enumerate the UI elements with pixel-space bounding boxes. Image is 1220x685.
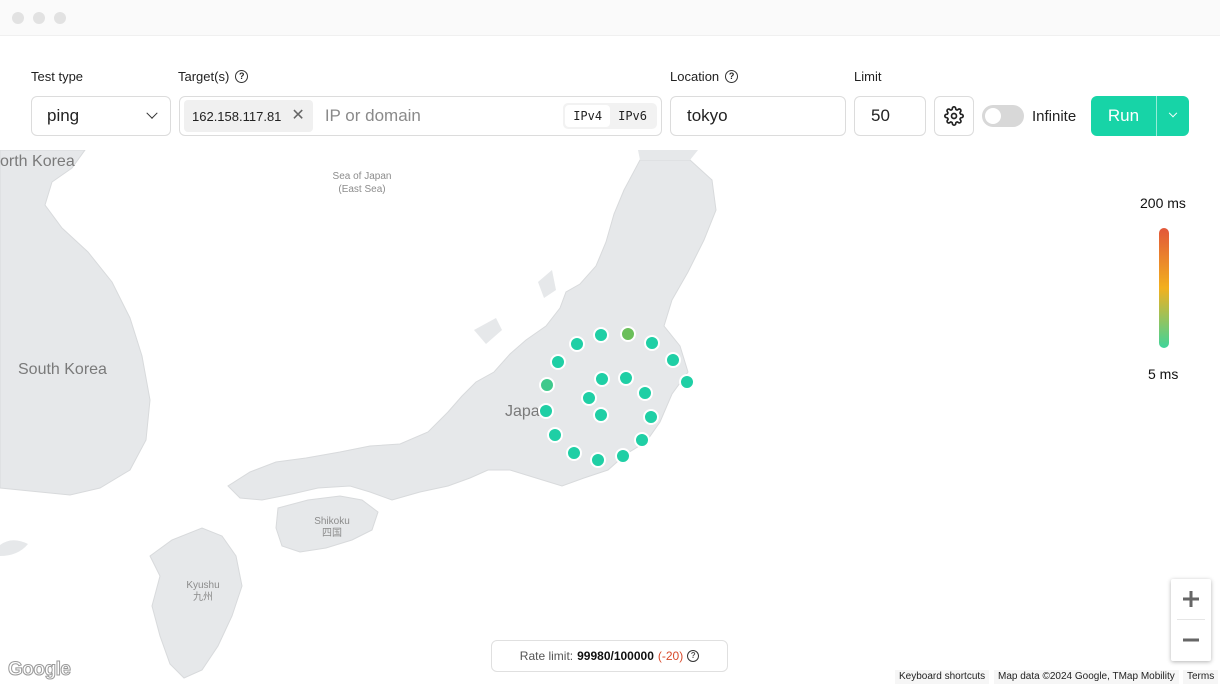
test-type-select[interactable]: ping xyxy=(31,96,171,136)
probe-marker[interactable] xyxy=(593,407,609,423)
map[interactable]: orth Korea South Korea Japa Sea of Japan… xyxy=(0,150,1220,685)
infinite-label: Infinite xyxy=(1032,108,1077,125)
rate-limit-help-icon[interactable]: ? xyxy=(687,650,700,662)
window-close-dot[interactable] xyxy=(12,12,24,24)
rate-limit-value: 99980/100000 xyxy=(577,649,654,663)
google-logo[interactable]: Google xyxy=(7,659,71,681)
chevron-down-icon xyxy=(146,107,158,119)
test-type-label: Test type xyxy=(31,69,84,84)
probe-marker[interactable] xyxy=(637,385,653,401)
probe-marker[interactable] xyxy=(550,354,566,370)
target-chip-label: 162.158.117.81 xyxy=(192,108,282,124)
location-input[interactable]: tokyo xyxy=(670,96,846,136)
terms-link[interactable]: Terms xyxy=(1183,670,1219,684)
map-data-attribution: Map data ©2024 Google, TMap Mobility xyxy=(994,670,1179,684)
probe-marker[interactable] xyxy=(593,327,609,343)
probe-marker[interactable] xyxy=(679,374,695,390)
chevron-down-icon xyxy=(1168,108,1178,118)
target-input[interactable] xyxy=(324,106,555,126)
probe-marker[interactable] xyxy=(581,390,597,406)
probe-marker[interactable] xyxy=(615,448,631,464)
probe-marker[interactable] xyxy=(538,403,554,419)
probe-marker[interactable] xyxy=(566,445,582,461)
window-minimize-dot[interactable] xyxy=(33,12,45,24)
run-button[interactable]: Run xyxy=(1091,96,1156,136)
location-value: tokyo xyxy=(687,106,728,125)
probe-marker[interactable] xyxy=(620,326,636,342)
location-label: Location ? xyxy=(670,69,739,84)
zoom-in-button[interactable] xyxy=(1171,579,1211,619)
zoom-controls xyxy=(1171,579,1211,661)
zoom-out-button[interactable] xyxy=(1171,620,1211,660)
plus-icon xyxy=(1183,591,1199,607)
run-button-group: Run xyxy=(1091,96,1189,136)
legend-max-label: 200 ms xyxy=(1140,195,1186,211)
limit-label: Limit xyxy=(854,69,882,84)
rate-limit-label: Rate limit: xyxy=(519,649,574,663)
limit-input[interactable]: 50 xyxy=(854,96,926,136)
ipv6-button[interactable]: IPv6 xyxy=(610,105,655,127)
infinite-toggle[interactable] xyxy=(982,105,1024,127)
probe-markers xyxy=(538,326,695,468)
test-type-value: ping xyxy=(47,106,80,125)
probe-marker[interactable] xyxy=(539,377,555,393)
probe-marker[interactable] xyxy=(594,371,610,387)
rate-limit-delta: (-20) xyxy=(657,649,684,663)
gear-icon xyxy=(944,106,964,126)
target-chip: 162.158.117.81 ✕ xyxy=(184,100,313,132)
window-titlebar xyxy=(0,0,1220,36)
probe-marker[interactable] xyxy=(634,432,650,448)
toggle-knob xyxy=(985,108,1001,124)
ipv4-button[interactable]: IPv4 xyxy=(565,105,611,127)
probe-marker[interactable] xyxy=(644,335,660,351)
probe-marker[interactable] xyxy=(665,352,681,368)
location-help-icon[interactable]: ? xyxy=(725,70,739,83)
targets-help-icon[interactable]: ? xyxy=(235,70,249,83)
probe-marker[interactable] xyxy=(618,370,634,386)
legend-min-label: 5 ms xyxy=(1148,366,1179,382)
keyboard-shortcuts-link[interactable]: Keyboard shortcuts xyxy=(895,670,990,684)
targets-field[interactable]: 162.158.117.81 ✕ IPv4 IPv6 xyxy=(179,96,662,136)
run-options-button[interactable] xyxy=(1156,96,1189,136)
probe-marker[interactable] xyxy=(547,427,563,443)
minus-icon xyxy=(1183,638,1199,642)
latency-legend-bar xyxy=(1159,228,1169,348)
window-maximize-dot[interactable] xyxy=(54,12,66,24)
probe-marker[interactable] xyxy=(590,452,606,468)
limit-value: 50 xyxy=(871,106,890,125)
probe-marker[interactable] xyxy=(569,336,585,352)
probe-marker[interactable] xyxy=(643,409,659,425)
close-icon[interactable]: ✕ xyxy=(291,108,304,124)
ip-version-toggle: IPv4 IPv6 xyxy=(563,103,657,129)
targets-label: Target(s) ? xyxy=(178,69,249,84)
rate-limit-badge: Rate limit: 99980/100000 (-20) ? xyxy=(491,640,728,672)
settings-button[interactable] xyxy=(934,96,974,136)
